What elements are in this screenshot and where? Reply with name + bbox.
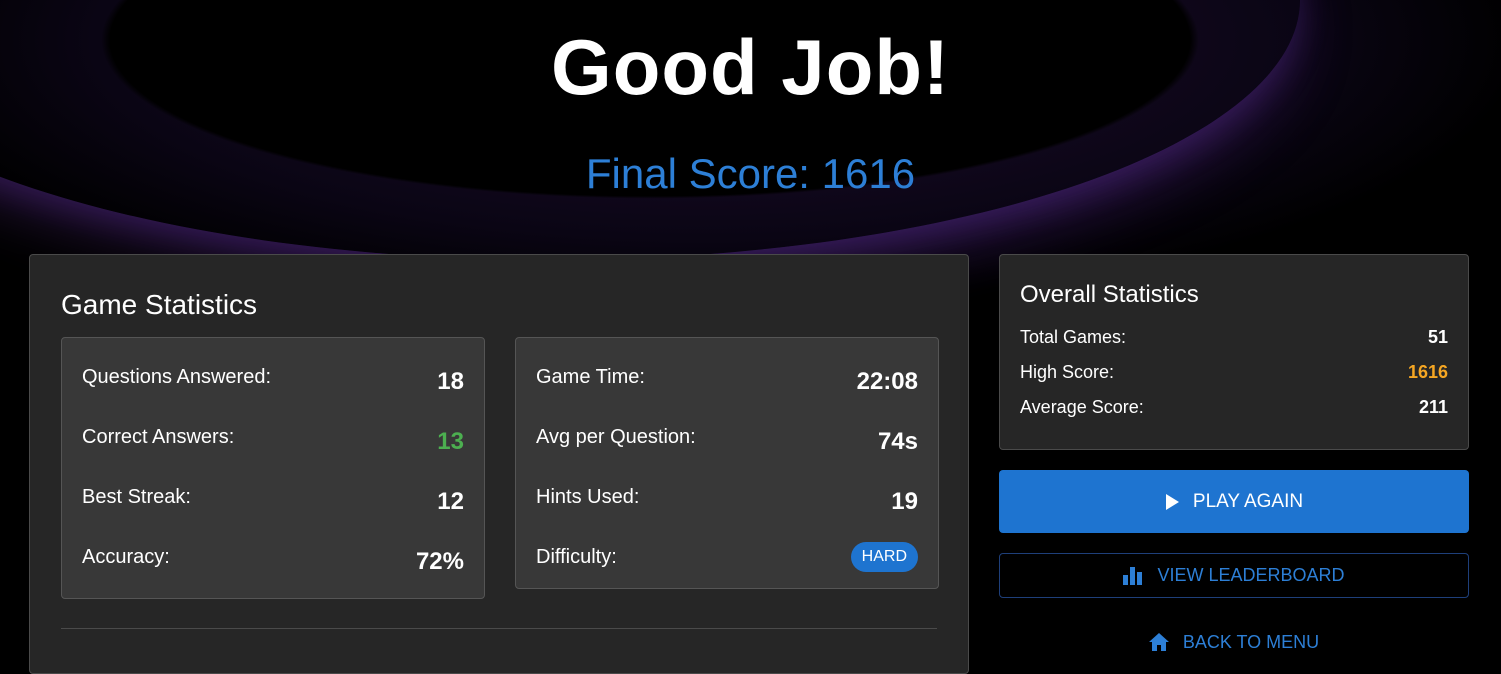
play-icon — [1165, 493, 1179, 510]
stat-correct-answers: Correct Answers: 13 — [82, 418, 464, 458]
bar-chart-icon — [1123, 566, 1143, 585]
stat-accuracy: Accuracy: 72% — [82, 538, 464, 578]
overall-label: Average Score: — [1020, 397, 1144, 417]
divider — [61, 628, 937, 629]
stat-value: 72% — [415, 548, 464, 575]
stat-value: 22:08 — [856, 368, 918, 395]
game-statistics-title: Game Statistics — [61, 289, 258, 320]
stat-label: Difficulty: — [536, 546, 617, 568]
difficulty-badge: HARD — [850, 542, 918, 572]
play-again-button[interactable]: PLAY AGAIN — [999, 470, 1469, 533]
stat-best-streak: Best Streak: 12 — [82, 478, 464, 518]
game-statistics-card: Game Statistics Questions Answered: 18 C… — [29, 254, 969, 674]
view-leaderboard-button[interactable]: VIEW LEADERBOARD — [999, 553, 1469, 598]
overall-total-games: Total Games: 51 — [1020, 327, 1448, 351]
stat-hints-used: Hints Used: 19 — [536, 478, 918, 518]
overall-value: 1616 — [1407, 362, 1448, 382]
view-leaderboard-label: VIEW LEADERBOARD — [1157, 565, 1345, 585]
stat-difficulty: Difficulty: HARD — [536, 538, 918, 578]
overall-statistics-title: Overall Statistics — [1020, 281, 1199, 308]
final-score: Final Score: 1616 — [585, 150, 916, 197]
stat-value: 19 — [891, 488, 918, 515]
overall-high-score: High Score: 1616 — [1020, 362, 1448, 386]
home-icon — [1148, 633, 1169, 651]
overall-statistics-card: Overall Statistics Total Games: 51 High … — [999, 254, 1469, 450]
stat-value: 13 — [437, 428, 464, 455]
stat-label: Correct Answers: — [82, 426, 235, 448]
stat-game-time: Game Time: 22:08 — [536, 358, 918, 398]
stat-value: 12 — [437, 488, 464, 515]
overall-average-score: Average Score: 211 — [1020, 397, 1448, 421]
game-stats-right-panel: Game Time: 22:08 Avg per Question: 74s H… — [515, 337, 939, 589]
stat-avg-per-question: Avg per Question: 74s — [536, 418, 918, 458]
stat-label: Questions Answered: — [82, 366, 271, 388]
overall-value: 211 — [1418, 397, 1448, 417]
page-title: Good Job! — [551, 23, 950, 111]
stat-label: Hints Used: — [536, 486, 640, 508]
stat-value: 18 — [437, 368, 464, 395]
stat-value: 74s — [877, 428, 918, 455]
stat-label: Best Streak: — [82, 486, 191, 508]
overall-label: High Score: — [1020, 362, 1115, 382]
overall-label: Total Games: — [1020, 327, 1127, 347]
play-again-label: PLAY AGAIN — [1192, 490, 1304, 512]
back-to-menu-label: BACK TO MENU — [1182, 631, 1320, 652]
stat-label: Avg per Question: — [536, 426, 696, 448]
stat-label: Game Time: — [536, 366, 645, 388]
overall-value: 51 — [1427, 327, 1448, 347]
stat-questions-answered: Questions Answered: 18 — [82, 358, 464, 398]
back-to-menu-button[interactable]: BACK TO MENU — [999, 622, 1469, 662]
stat-label: Accuracy: — [82, 546, 170, 568]
game-stats-left-panel: Questions Answered: 18 Correct Answers: … — [61, 337, 485, 599]
